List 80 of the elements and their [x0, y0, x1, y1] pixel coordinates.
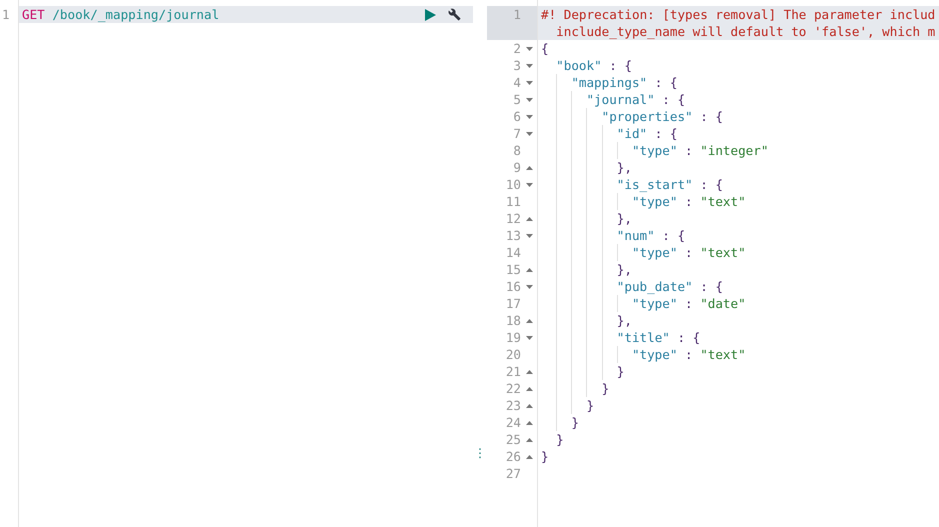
- line-number: 17: [506, 295, 521, 312]
- line-number: 3: [513, 57, 521, 74]
- caret-up-icon[interactable]: [526, 404, 532, 408]
- caret-up-icon[interactable]: [526, 438, 532, 442]
- code-line: }: [541, 397, 594, 414]
- code-line: }: [541, 363, 624, 380]
- code-line: }: [541, 414, 579, 431]
- caret-down-icon[interactable]: [526, 182, 532, 186]
- code-line: "journal" : {: [541, 91, 686, 108]
- caret-up-icon[interactable]: [526, 268, 532, 272]
- wrench-icon[interactable]: [448, 8, 461, 21]
- line-number: 10: [506, 176, 521, 193]
- caret-down-icon[interactable]: [526, 132, 532, 136]
- code-line: "type" : "text": [541, 346, 746, 363]
- line-number: 15: [506, 261, 521, 278]
- line-number: 14: [506, 244, 521, 261]
- line-number: 11: [506, 193, 521, 210]
- caret-up-icon[interactable]: [526, 318, 532, 322]
- line-number: 7: [513, 125, 521, 142]
- caret-down-icon[interactable]: [526, 234, 532, 238]
- line-number: 6: [513, 108, 521, 125]
- line-number: 26: [506, 448, 521, 465]
- code-line: },: [541, 261, 632, 278]
- code-line: {: [541, 40, 549, 57]
- code-line: },: [541, 159, 632, 176]
- code-line: "mappings" : {: [541, 74, 678, 91]
- code-line: },: [541, 312, 632, 329]
- line-number: 22: [506, 380, 521, 397]
- code-line: "num" : {: [541, 227, 686, 244]
- code-line: }: [541, 380, 610, 397]
- code-line: "type" : "text": [541, 244, 746, 261]
- code-line: "properties" : {: [541, 108, 723, 125]
- line-number: 20: [506, 346, 521, 363]
- line-number: 21: [506, 363, 521, 380]
- code-line: "pub_date" : {: [541, 278, 723, 295]
- play-icon[interactable]: [425, 8, 436, 20]
- code-line: "title" : {: [541, 329, 700, 346]
- line-number: 18: [506, 312, 521, 329]
- code-line: },: [541, 210, 632, 227]
- caret-down-icon[interactable]: [526, 46, 532, 50]
- code-line: }: [541, 448, 549, 465]
- line-number: 13: [506, 227, 521, 244]
- caret-down-icon[interactable]: [526, 114, 532, 118]
- line-number: 9: [513, 159, 521, 176]
- caret-down-icon[interactable]: [526, 80, 532, 84]
- caret-up-icon[interactable]: [526, 216, 532, 220]
- code-line: #! Deprecation: [types removal] The parameter includ: [541, 6, 936, 23]
- line-number: 27: [506, 465, 521, 482]
- code-line: "id" : {: [541, 125, 678, 142]
- http-method: GET: [22, 7, 45, 22]
- code-line: "book" : {: [555, 57, 632, 74]
- line-number: 24: [506, 414, 521, 431]
- line-number: 25: [506, 431, 521, 448]
- caret-down-icon[interactable]: [526, 284, 532, 288]
- resize-handle[interactable]: ⋮: [474, 447, 486, 459]
- request-path: /book/_mapping/journal: [52, 7, 220, 22]
- line-number: 1: [2, 6, 10, 23]
- caret-down-icon[interactable]: [526, 64, 532, 68]
- caret-up-icon[interactable]: [526, 386, 532, 390]
- caret-up-icon[interactable]: [526, 420, 532, 424]
- caret-up-icon[interactable]: [526, 370, 532, 374]
- line-number: 4: [513, 74, 521, 91]
- line-number: 5: [513, 91, 521, 108]
- caret-up-icon[interactable]: [526, 454, 532, 458]
- code-line: "type" : "integer": [541, 142, 768, 159]
- caret-down-icon[interactable]: [526, 336, 532, 340]
- code-line: include_type_name will default to 'false', which m: [555, 23, 936, 40]
- code-line: "is_start" : {: [541, 176, 723, 193]
- line-number: 12: [506, 210, 521, 227]
- line-number: 2: [513, 40, 521, 57]
- code-line: "type" : "text": [541, 193, 746, 210]
- caret-up-icon[interactable]: [526, 166, 532, 170]
- line-number: 23: [506, 397, 521, 414]
- line-number: 1: [513, 6, 521, 23]
- line-number: 19: [506, 329, 521, 346]
- line-number: 8: [513, 142, 521, 159]
- code-line: "type" : "date": [541, 295, 746, 312]
- line-number: 16: [506, 278, 521, 295]
- code-line: }: [555, 431, 564, 448]
- caret-down-icon[interactable]: [526, 98, 532, 102]
